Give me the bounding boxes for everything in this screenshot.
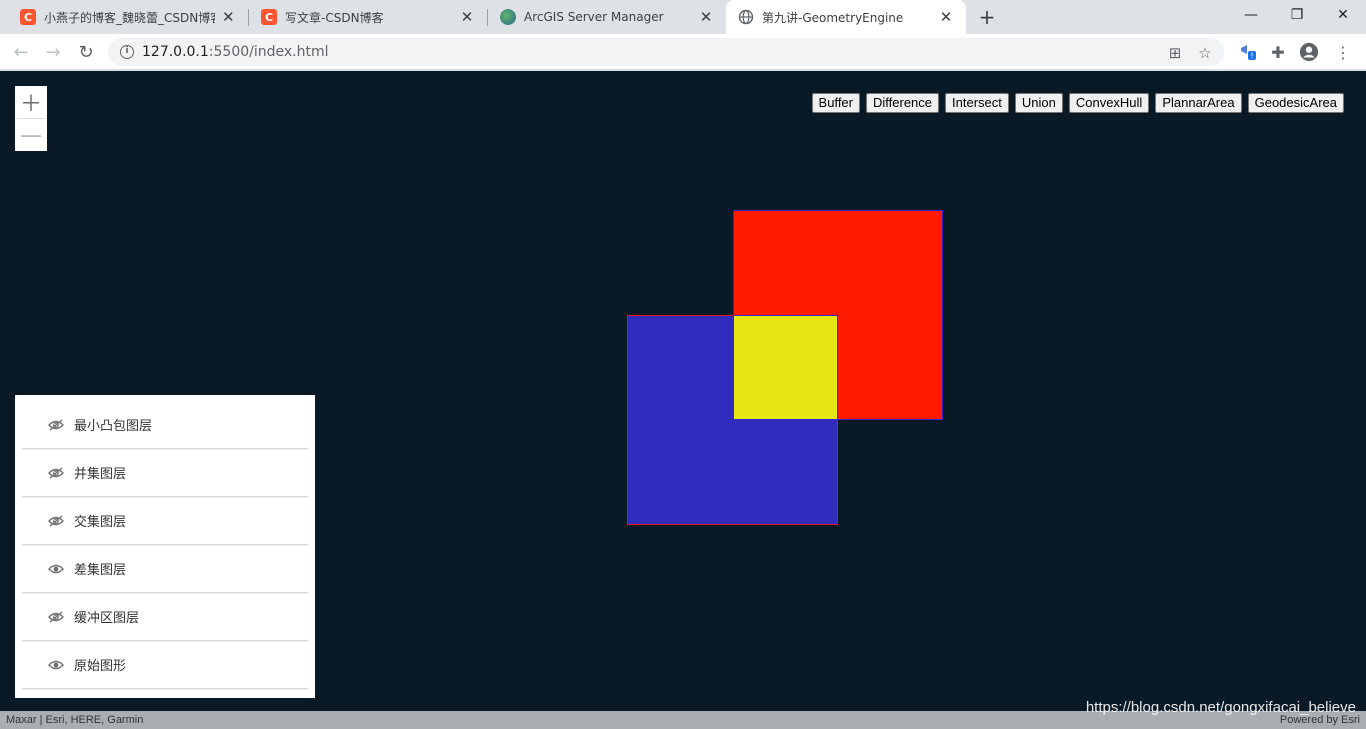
- plannararea-button[interactable]: PlannarArea: [1155, 93, 1242, 113]
- layer-label: 最小凸包图层: [74, 419, 153, 434]
- arcgis-icon: [500, 9, 516, 25]
- eye-hidden-icon[interactable]: [48, 467, 64, 479]
- extension-badge-icon[interactable]: !: [1238, 42, 1258, 62]
- zoom-in-icon[interactable]: ＋: [15, 86, 47, 118]
- layer-label: 并集图层: [74, 467, 127, 482]
- layer-label: 缓冲区图层: [74, 611, 140, 626]
- layer-label: 差集图层: [74, 563, 127, 578]
- profile-avatar-icon[interactable]: [1299, 42, 1319, 62]
- address-bar[interactable]: i 127.0.0.1:5500/index.html ⊞ ☆: [108, 38, 1224, 66]
- restore-icon[interactable]: ❐: [1274, 0, 1320, 30]
- tab-geometry-engine[interactable]: 第九讲-GeometryEngine ✕: [726, 0, 966, 34]
- window-close-icon[interactable]: ✕: [1320, 0, 1366, 30]
- close-icon[interactable]: ✕: [698, 8, 714, 26]
- layer-item-original[interactable]: 原始图形: [22, 641, 308, 689]
- convexhull-button[interactable]: ConvexHull: [1068, 93, 1150, 113]
- url-path: :5500/index.html: [208, 44, 329, 60]
- tab-arcgis-server[interactable]: ArcGIS Server Manager ✕: [488, 0, 726, 34]
- attribution-text[interactable]: Maxar | Esri, HERE, Garmin: [6, 714, 143, 726]
- eye-hidden-icon[interactable]: [48, 611, 64, 623]
- puzzle-icon[interactable]: ✚: [1268, 42, 1288, 62]
- close-icon[interactable]: ✕: [459, 8, 475, 26]
- minimize-icon[interactable]: —: [1228, 0, 1274, 30]
- geometry-toolbar: Buffer Difference Intersect Union Convex…: [811, 93, 1344, 113]
- browser-toolbar: ← → ↻ i 127.0.0.1:5500/index.html ⊞ ☆ ! …: [0, 34, 1366, 70]
- close-icon[interactable]: ✕: [221, 8, 236, 26]
- reload-icon[interactable]: ↻: [73, 39, 99, 65]
- layer-label: 原始图形: [74, 659, 127, 674]
- tab-title: ArcGIS Server Manager: [524, 10, 664, 24]
- intersect-button[interactable]: Intersect: [945, 93, 1009, 113]
- forward-icon[interactable]: →: [40, 39, 66, 65]
- intersection-polygon: [733, 315, 838, 420]
- geodesicarea-button[interactable]: GeodesicArea: [1247, 93, 1344, 113]
- zoom-out-icon[interactable]: —: [15, 119, 47, 151]
- tab-title: 小燕子的博客_魏晓蕾_CSDN博客: [44, 10, 215, 25]
- bookmark-star-icon[interactable]: ☆: [1196, 44, 1214, 62]
- tab-csdn-blog[interactable]: C 小燕子的博客_魏晓蕾_CSDN博客 ✕: [8, 0, 248, 34]
- eye-visible-icon[interactable]: [48, 659, 64, 671]
- eye-hidden-icon[interactable]: [48, 515, 64, 527]
- layer-list: 最小凸包图层 并集图层 交集图层 差集图层 缓冲区图层 原始图形: [15, 395, 315, 698]
- layer-item-difference[interactable]: 差集图层: [22, 545, 308, 593]
- union-button[interactable]: Union: [1014, 93, 1063, 113]
- map-view[interactable]: ＋ — Buffer Difference Intersect Union Co…: [0, 71, 1366, 729]
- svg-text:!: !: [1250, 52, 1253, 61]
- menu-dots-icon[interactable]: ⋮: [1333, 42, 1353, 62]
- tab-csdn-write[interactable]: C 写文章-CSDN博客 ✕: [249, 0, 487, 34]
- zoom-control: ＋ —: [15, 86, 47, 151]
- translate-icon[interactable]: ⊞: [1166, 44, 1184, 62]
- tab-title: 第九讲-GeometryEngine: [762, 10, 904, 25]
- layer-item-union[interactable]: 并集图层: [22, 449, 308, 497]
- layer-label: 交集图层: [74, 515, 127, 530]
- back-icon[interactable]: ←: [8, 39, 34, 65]
- layer-item-intersect[interactable]: 交集图层: [22, 497, 308, 545]
- close-icon[interactable]: ✕: [938, 8, 954, 26]
- site-info-icon[interactable]: i: [120, 45, 134, 59]
- tab-title: 写文章-CSDN博客: [285, 10, 384, 25]
- url-text: 127.0.0.1:5500/index.html: [142, 44, 329, 60]
- new-tab-icon[interactable]: +: [976, 6, 998, 28]
- difference-button[interactable]: Difference: [866, 93, 940, 113]
- layer-item-convex-hull[interactable]: 最小凸包图层: [22, 401, 308, 449]
- eye-hidden-icon[interactable]: [48, 419, 64, 431]
- url-host: 127.0.0.1: [142, 44, 209, 60]
- globe-icon: [738, 9, 754, 25]
- csdn-icon: C: [20, 9, 36, 25]
- eye-visible-icon[interactable]: [48, 563, 64, 575]
- csdn-icon: C: [261, 9, 277, 25]
- layer-item-buffer[interactable]: 缓冲区图层: [22, 593, 308, 641]
- buffer-button[interactable]: Buffer: [811, 93, 860, 113]
- blog-watermark: https://blog.csdn.net/gongxifacai_believ…: [1085, 699, 1356, 716]
- tab-strip: C 小燕子的博客_魏晓蕾_CSDN博客 ✕ C 写文章-CSDN博客 ✕ Arc…: [0, 0, 1366, 34]
